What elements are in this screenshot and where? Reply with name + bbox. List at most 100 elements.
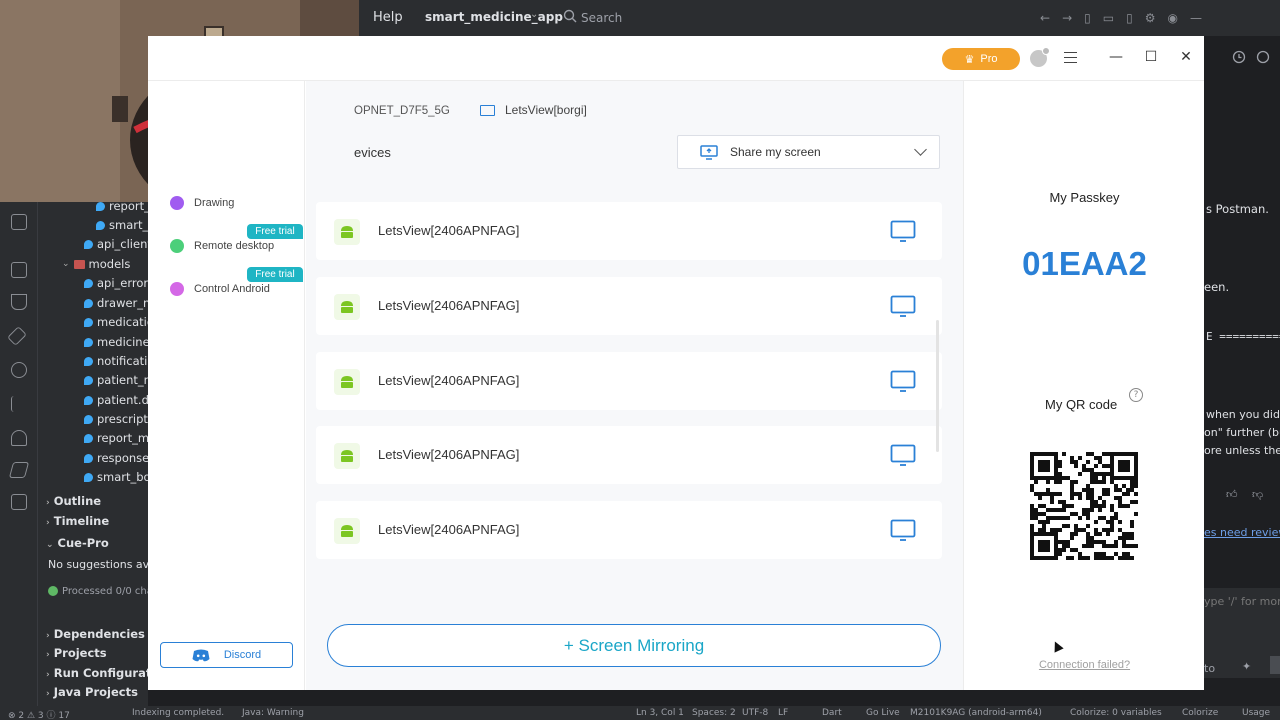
tree-item[interactable]: prescriptio — [84, 410, 148, 428]
device-card[interactable]: LetsView[2406APNFAG] — [316, 277, 942, 335]
activity-bar — [0, 202, 38, 706]
tree-item[interactable]: response_ — [84, 449, 148, 467]
tree-item[interactable]: report_ — [96, 200, 148, 215]
cast-screen-icon[interactable] — [890, 444, 916, 466]
problems-indicator[interactable]: ⊗ 2 ⚠ 3 ⓘ 17 — [8, 708, 70, 720]
no-suggestions-text: No suggestions availa — [48, 558, 148, 571]
testing-icon[interactable] — [11, 294, 27, 310]
tree-item[interactable]: api_client — [84, 235, 148, 253]
encoding[interactable]: UTF-8 — [742, 708, 768, 718]
panel-icon[interactable]: ▭ — [1103, 11, 1114, 25]
device-name: LetsView[2406APNFAG] — [378, 223, 520, 238]
cursor-position[interactable]: Ln 3, Col 1 — [636, 708, 684, 718]
chat-input[interactable]: ype '/' for more to ✦ — [1204, 588, 1280, 678]
tree-item[interactable]: api_error_ — [84, 274, 148, 292]
tree-item[interactable]: drawer_m — [84, 294, 148, 312]
sidebar-item-drawing[interactable]: Drawing — [170, 196, 234, 210]
indentation[interactable]: Spaces: 2 — [692, 708, 736, 718]
cast-screen-icon[interactable] — [890, 220, 916, 242]
cast-screen-icon[interactable] — [890, 519, 916, 541]
pro-button[interactable]: ♛ Pro — [942, 48, 1020, 70]
language-mode[interactable]: Dart — [822, 708, 842, 718]
usage[interactable]: Usage — [1242, 708, 1270, 718]
section-java-projects[interactable]: › Java Projects — [46, 685, 138, 703]
discord-button[interactable]: Discord — [160, 642, 293, 668]
title-bar-icons: ← → ▯ ▭ ▯ ⚙ ◉ — — [1040, 11, 1202, 25]
review-changes-link[interactable]: es need review — [1204, 526, 1280, 539]
docker-icon[interactable] — [11, 430, 27, 446]
tree-item[interactable]: patient_m — [84, 371, 148, 389]
section-run-configurations[interactable]: ›Run Configuration — [46, 666, 148, 684]
section-dependencies[interactable]: › Dependencies — [46, 627, 145, 645]
minimize-icon[interactable]: — — [1190, 11, 1202, 25]
section-outline[interactable]: › Outline — [46, 494, 101, 512]
screen-mirroring-button[interactable]: + Screen Mirroring — [327, 624, 941, 667]
search-icon — [563, 9, 577, 23]
menu-help[interactable]: Help — [373, 10, 403, 25]
camera-icon[interactable] — [11, 494, 27, 510]
tree-item[interactable]: medicine_ — [84, 333, 148, 351]
dart-file-icon — [84, 298, 93, 308]
android-icon — [334, 294, 360, 320]
minimize-button[interactable]: — — [1109, 50, 1123, 64]
device-card[interactable]: LetsView[2406APNFAG] — [316, 501, 942, 559]
section-cue-pro[interactable]: ⌄ Cue-Pro — [46, 536, 109, 554]
line-ending[interactable]: LF — [778, 708, 788, 718]
go-live[interactable]: Go Live — [866, 708, 900, 718]
letsview-sidebar: Drawing Free trial Remote desktop Free t… — [148, 81, 305, 690]
maximize-button[interactable]: ☐ — [1144, 50, 1158, 64]
passkey-code: 01EAA2 — [1022, 245, 1147, 282]
tree-item[interactable]: medicatio — [84, 313, 148, 331]
window-header: ♛ Pro — ☐ ✕ — [148, 36, 1204, 81]
thumbs-down-icon[interactable]: 👎︎ — [1252, 488, 1263, 501]
history-icon[interactable] — [1232, 50, 1246, 64]
flutter-device[interactable]: M2101K9AG (android-arm64) — [910, 708, 1042, 718]
close-button[interactable]: ✕ — [1179, 50, 1193, 64]
thumbs-up-icon[interactable]: 👍︎ — [1226, 488, 1238, 501]
search-input[interactable]: Search — [581, 11, 622, 25]
devices-heading: evices — [354, 145, 391, 160]
send-icon[interactable] — [1270, 656, 1280, 674]
processed-status: Processed 0/0 chan — [48, 586, 148, 597]
device-name: LetsView[2406APNFAG] — [378, 373, 520, 388]
section-projects[interactable]: › Projects — [46, 646, 107, 664]
tree-item[interactable]: smart_b — [96, 216, 148, 234]
connection-failed-link[interactable]: Connection failed? — [964, 659, 1205, 671]
sparkle-icon[interactable]: ✦ — [1242, 660, 1251, 673]
help-icon[interactable]: ? — [1129, 388, 1143, 402]
tree-item[interactable]: notificati — [84, 352, 147, 370]
agent-selector[interactable]: to — [1204, 662, 1215, 675]
cast-screen-icon[interactable] — [890, 370, 916, 392]
account-icon[interactable]: ◉ — [1167, 11, 1177, 25]
cast-screen-icon[interactable] — [890, 295, 916, 317]
flutter-icon[interactable] — [8, 462, 30, 478]
tree-item[interactable]: report_mo — [84, 429, 148, 447]
tree-item[interactable]: patient.da — [84, 391, 148, 409]
back-arrow-icon[interactable]: ← — [1040, 11, 1050, 25]
layout-icon[interactable]: ▯ — [1084, 11, 1091, 25]
device-card[interactable]: LetsView[2406APNFAG] — [316, 426, 942, 484]
gear-icon[interactable]: ⚙ — [1145, 11, 1156, 25]
sidebar-item-control-android[interactable]: Control Android — [170, 282, 270, 296]
git-icon[interactable] — [11, 396, 27, 412]
colorize-vars[interactable]: Colorize: 0 variables — [1070, 708, 1162, 718]
extensions-icon[interactable] — [11, 262, 27, 278]
more-icon[interactable] — [1256, 50, 1270, 64]
tree-icon[interactable] — [11, 362, 27, 378]
tree-item[interactable]: smart_box — [84, 468, 148, 486]
section-timeline[interactable]: › Timeline — [46, 514, 109, 532]
remote-explorer-icon[interactable] — [11, 214, 27, 230]
sidebar-item-remote-desktop[interactable]: Remote desktop — [170, 239, 274, 253]
tree-folder[interactable]: ⌄ models — [62, 255, 130, 273]
share-screen-dropdown[interactable]: Share my screen — [677, 135, 940, 169]
forward-arrow-icon[interactable]: → — [1062, 11, 1072, 25]
hamburger-menu-icon[interactable] — [1064, 52, 1077, 63]
device-list-scrollbar[interactable] — [936, 320, 939, 452]
java-status[interactable]: Java: Warning — [242, 708, 304, 718]
project-switcher[interactable]: smart_medicine_app — [425, 10, 563, 24]
colorize-toggle[interactable]: Colorize — [1182, 708, 1218, 718]
device-card[interactable]: LetsView[2406APNFAG] — [316, 202, 942, 260]
pen-icon[interactable] — [7, 326, 27, 346]
sidebar-icon[interactable]: ▯ — [1126, 11, 1133, 25]
device-card[interactable]: LetsView[2406APNFAG] — [316, 352, 942, 410]
